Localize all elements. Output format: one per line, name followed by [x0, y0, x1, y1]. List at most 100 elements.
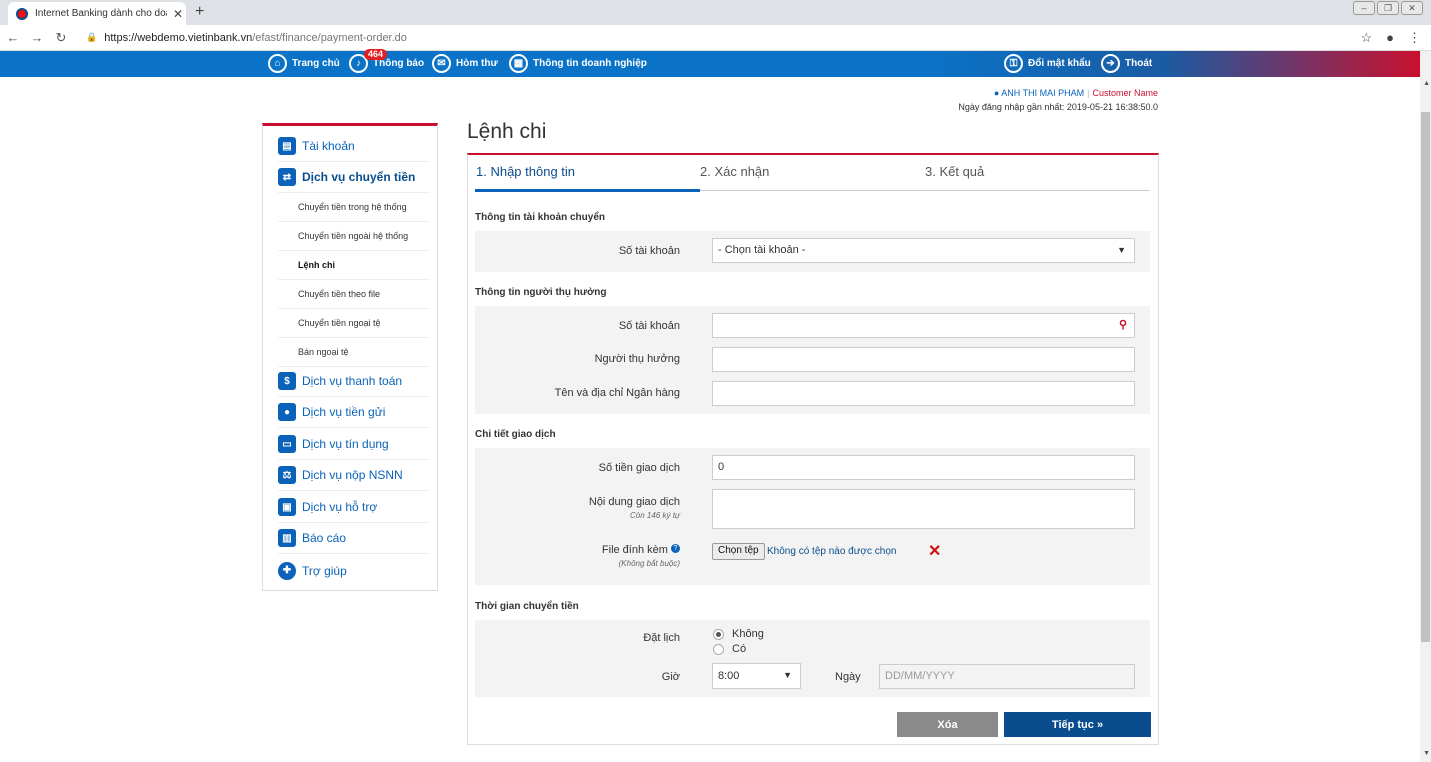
- beneficiary-name-label: Người thụ hưởng: [594, 353, 680, 365]
- minimize-icon[interactable]: –: [1353, 1, 1375, 15]
- sidebar-item-deposit[interactable]: ● Dịch vụ tiền gửi: [278, 397, 430, 428]
- window-controls: – ❐ ✕: [1353, 1, 1423, 15]
- content-remaining: Còn 146 ký tự: [630, 511, 680, 520]
- credit-card-icon: ▭: [278, 435, 296, 453]
- clear-button[interactable]: Xóa: [897, 712, 998, 737]
- hour-select[interactable]: 8:00 ▼: [712, 663, 801, 689]
- schedule-option-yes[interactable]: Có: [713, 643, 746, 655]
- beneficiary-name-input[interactable]: [712, 347, 1135, 372]
- close-window-icon[interactable]: ✕: [1401, 1, 1423, 15]
- lock-icon: 🔒: [86, 32, 98, 42]
- sidebar-sub-sell-foreign[interactable]: Bán ngoại tệ: [278, 338, 430, 367]
- from-account-label: Số tài khoản: [618, 245, 680, 257]
- schedule-title: Thời gian chuyển tiền: [475, 601, 579, 612]
- back-icon[interactable]: ←: [2, 30, 24, 45]
- menu-dots-icon[interactable]: ⋮: [1408, 30, 1421, 46]
- sidebar-item-label: Dịch vụ thanh toán: [302, 374, 403, 388]
- hour-value: 8:00: [718, 670, 740, 682]
- scale-icon: ⚖: [278, 466, 296, 484]
- nav-logout-label: Thoát: [1125, 58, 1153, 69]
- nav-notifications[interactable]: ♪ Thông báo: [349, 54, 424, 73]
- close-tab-icon[interactable]: ✕: [173, 7, 183, 21]
- sidebar-item-support[interactable]: ▣ Dịch vụ hỗ trợ: [278, 492, 430, 523]
- beneficiary-account-input[interactable]: ⚲: [712, 313, 1135, 338]
- sidebar-item-payment[interactable]: $ Dịch vụ thanh toán: [278, 366, 430, 397]
- url-field[interactable]: 🔒 https://webdemo.vietinbank.vn/efast/fi…: [86, 32, 407, 44]
- profile-icon[interactable]: ●: [1386, 30, 1394, 46]
- vietinbank-favicon-icon: [16, 7, 28, 20]
- nav-change-password[interactable]: ⚿ Đổi mật khẩu: [1004, 54, 1091, 73]
- sidebar-item-label: Báo cáo: [302, 531, 347, 545]
- scrollbar-thumb[interactable]: [1421, 112, 1430, 642]
- option-yes-label: Có: [732, 643, 747, 655]
- amount-input[interactable]: 0: [712, 455, 1135, 480]
- remove-file-icon[interactable]: ✕: [928, 541, 941, 561]
- customer-name[interactable]: Customer Name: [1092, 88, 1158, 98]
- schedule-option-no[interactable]: Không: [713, 628, 764, 640]
- file-optional-note: (Không bắt buộc): [618, 559, 680, 568]
- choose-file-button[interactable]: Chọn tệp: [712, 543, 765, 560]
- sidebar-item-label: Trợ giúp: [302, 563, 347, 578]
- sidebar-item-account[interactable]: ▤ Tài khoản: [278, 131, 430, 162]
- sidebar-item-tax[interactable]: ⚖ Dịch vụ nộp NSNN: [278, 460, 430, 491]
- sidebar-sub-file-transfer[interactable]: Chuyển tiền theo file: [278, 280, 430, 309]
- nav-home[interactable]: ⌂ Trang chủ: [268, 54, 340, 73]
- last-login: Ngày đăng nhập gần nhất: 2019-05-21 16:3…: [958, 102, 1158, 112]
- help-icon[interactable]: ?: [671, 544, 680, 553]
- radio-empty-icon: [713, 643, 724, 655]
- key-icon: ⚿: [1004, 54, 1023, 73]
- date-label: Ngày: [835, 671, 861, 683]
- beneficiary-account-label: Số tài khoản: [618, 320, 680, 332]
- nav-mailbox-label: Hòm thư: [456, 58, 498, 69]
- sidebar-sub-payment-order[interactable]: Lệnh chi: [278, 251, 430, 280]
- nav-logout[interactable]: ➔ Thoát: [1101, 54, 1152, 73]
- sidebar-sub-external-transfer[interactable]: Chuyển tiền ngoài hệ thống: [278, 222, 430, 251]
- sidebar-item-credit[interactable]: ▭ Dịch vụ tín dụng: [278, 429, 430, 460]
- beneficiary-bank-label: Tên và địa chỉ Ngân hàng: [554, 387, 680, 399]
- browser-tab-title: Internet Banking dành cho doanh: [35, 8, 167, 19]
- notification-badge: 464: [364, 49, 388, 60]
- account-icon: ▤: [278, 137, 296, 155]
- file-status: Không có tệp nào được chọn: [767, 546, 897, 557]
- nav-change-password-label: Đổi mật khẩu: [1028, 58, 1091, 69]
- option-no-label: Không: [732, 628, 764, 640]
- user-info: ● ANH THI MAI PHAM | Customer Name Ngày đă…: [958, 88, 1158, 112]
- continue-button[interactable]: Tiếp tục »: [1004, 712, 1151, 737]
- report-icon: ▥: [278, 529, 296, 547]
- scroll-up-icon[interactable]: ▲: [1423, 80, 1430, 87]
- browser-tab[interactable]: Internet Banking dành cho doanh ✕: [8, 2, 186, 25]
- bookmark-star-icon[interactable]: ☆: [1360, 30, 1372, 46]
- search-icon[interactable]: ⚲: [1119, 318, 1127, 331]
- support-screen-icon: ▣: [278, 498, 296, 516]
- date-input[interactable]: DD/MM/YYYY: [879, 664, 1135, 689]
- lifebuoy-icon: ✚: [278, 561, 296, 580]
- forward-icon[interactable]: →: [26, 30, 48, 45]
- from-account-value: - Chọn tài khoản -: [718, 244, 806, 256]
- top-navigation: ⌂ Trang chủ ♪ Thông báo ✉ Hòm thư ▦ Thông ti…: [0, 51, 1420, 77]
- restore-icon[interactable]: ❐: [1377, 1, 1399, 15]
- beneficiary-title: Thông tin người thụ hưởng: [475, 287, 607, 298]
- details-section: Số tiền giao dịch 0 Nội dung giao dịch C…: [475, 448, 1150, 585]
- sidebar-sub-internal-transfer[interactable]: Chuyển tiền trong hệ thống: [278, 193, 430, 222]
- from-account-select[interactable]: - Chọn tài khoản - ▼: [712, 238, 1135, 263]
- step-active-bar: [475, 189, 700, 192]
- beneficiary-bank-input[interactable]: [712, 381, 1135, 406]
- step-result: 3. Kết quả: [925, 164, 985, 179]
- nav-mailbox[interactable]: ✉ Hòm thư: [432, 54, 498, 73]
- content-textarea[interactable]: [712, 489, 1135, 529]
- new-tab-icon[interactable]: +: [195, 3, 204, 21]
- sidebar-item-report[interactable]: ▥ Báo cáo: [278, 523, 430, 554]
- scroll-down-icon[interactable]: ▼: [1423, 750, 1430, 757]
- home-icon: ⌂: [268, 54, 287, 73]
- user-name[interactable]: ANH THI MAI PHAM: [1001, 88, 1084, 98]
- nav-home-label: Trang chủ: [292, 58, 340, 69]
- sidebar-item-label: Dịch vụ hỗ trợ: [302, 500, 378, 514]
- content-label: Nội dung giao dịch: [588, 496, 680, 508]
- user-icon: ●: [993, 88, 1000, 98]
- sidebar-sub-foreign-transfer[interactable]: Chuyển tiền ngoại tệ: [278, 309, 430, 338]
- sidebar-item-transfer[interactable]: ⇄ Dịch vụ chuyển tiền: [278, 162, 430, 193]
- reload-icon[interactable]: ↻: [50, 30, 72, 46]
- hour-label: Giờ: [661, 671, 680, 683]
- nav-company-info[interactable]: ▦ Thông tin doanh nghiệp: [509, 54, 647, 73]
- sidebar-item-help[interactable]: ✚ Trợ giúp: [278, 555, 430, 586]
